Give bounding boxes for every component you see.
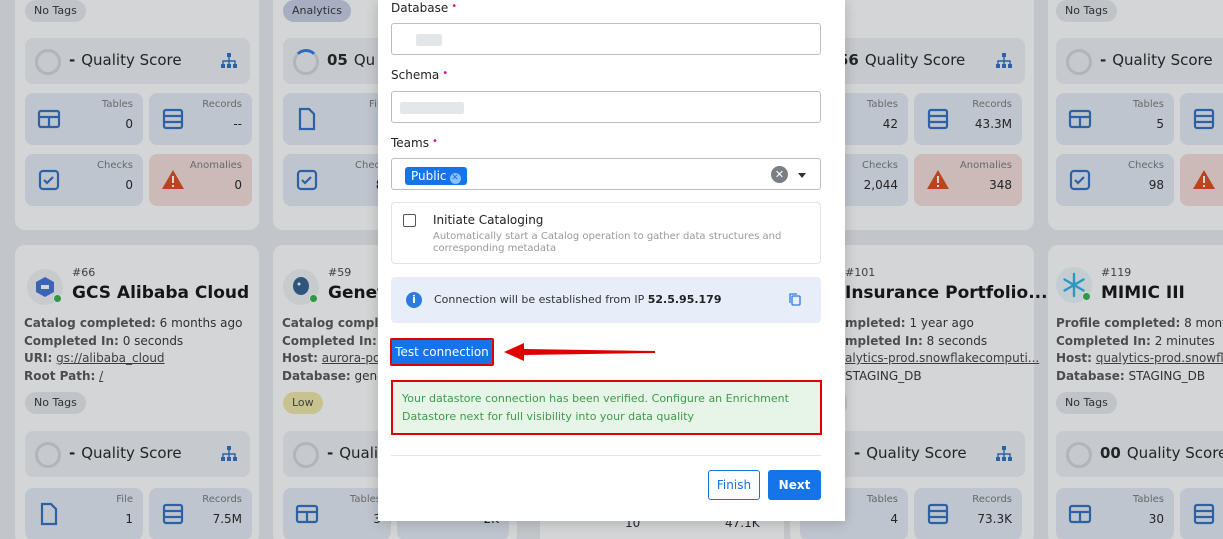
clear-selection-icon[interactable]: ✕ bbox=[771, 166, 788, 183]
connection-success-message: Your datastore connection has been verif… bbox=[391, 380, 822, 435]
footer-divider bbox=[391, 455, 821, 456]
cataloging-description: Automatically start a Catalog operation … bbox=[433, 231, 782, 254]
datastore-connection-modal: Database • Schema • Teams • Public ✕ ✕ Initi… bbox=[378, 0, 845, 521]
info-icon: i bbox=[406, 292, 422, 308]
next-button[interactable]: Next bbox=[768, 470, 821, 500]
ip-address: 52.5.95.179 bbox=[647, 293, 722, 306]
chevron-down-icon[interactable] bbox=[798, 173, 806, 178]
database-input[interactable] bbox=[391, 23, 821, 55]
teams-label: Teams • bbox=[391, 136, 438, 150]
copy-icon[interactable] bbox=[789, 293, 801, 306]
initiate-cataloging-checkbox[interactable] bbox=[403, 214, 416, 227]
annotation-arrow-icon bbox=[504, 343, 655, 361]
redacted-value bbox=[416, 34, 442, 46]
initiate-cataloging-option: Initiate Cataloging Automatically start … bbox=[391, 202, 821, 264]
connection-ip-notice: i Connection will be established from IP… bbox=[391, 277, 821, 323]
team-chip-public[interactable]: Public ✕ bbox=[405, 167, 467, 185]
finish-button[interactable]: Finish bbox=[708, 470, 760, 500]
schema-input[interactable] bbox=[391, 91, 821, 123]
redacted-value bbox=[400, 102, 464, 114]
ip-notice-text: Connection will be established from IP bbox=[434, 293, 648, 306]
cataloging-title: Initiate Cataloging bbox=[433, 213, 544, 227]
database-label: Database • bbox=[391, 1, 458, 15]
test-connection-button[interactable]: Test connection bbox=[390, 338, 494, 366]
teams-select[interactable]: Public ✕ ✕ bbox=[391, 158, 821, 190]
chip-remove-icon[interactable]: ✕ bbox=[449, 173, 461, 184]
schema-label: Schema • bbox=[391, 68, 449, 82]
